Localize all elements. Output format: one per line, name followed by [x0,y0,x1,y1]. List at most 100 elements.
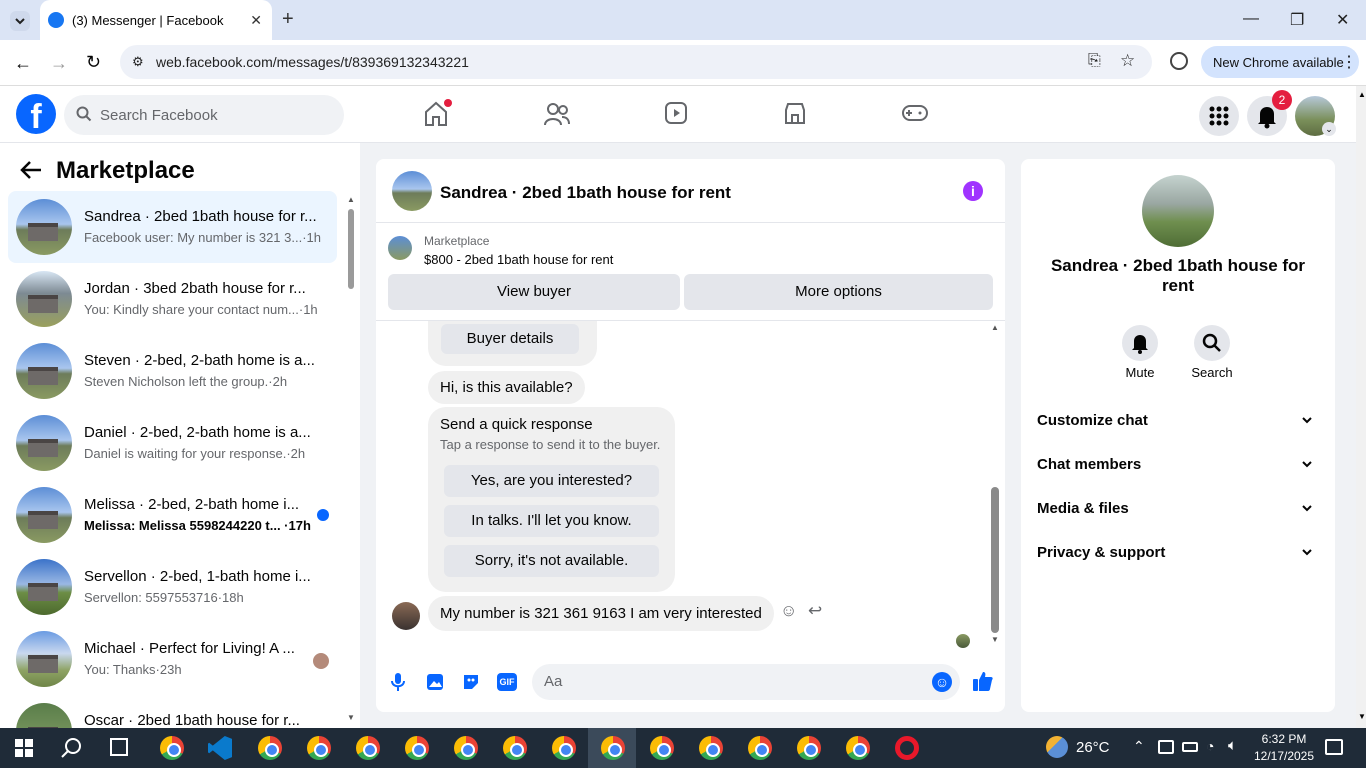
marketplace-icon[interactable] [783,101,807,125]
chrome-taskbar-icon[interactable] [356,736,380,760]
react-emoji-icon[interactable]: ☺ [780,601,797,621]
restore-icon[interactable]: ❐ [1290,10,1304,30]
emoji-icon[interactable]: ☺ [932,672,952,692]
volume-icon[interactable]: 🔈︎ [1228,737,1237,754]
chrome-taskbar-icon[interactable] [160,736,184,760]
conversation-item-jordan[interactable]: Jordan · 3bed 2bath house for r... You: … [8,263,337,335]
gaming-icon[interactable] [902,101,928,125]
minimize-icon[interactable]: — [1243,10,1259,28]
windows-start-icon[interactable] [15,739,33,757]
bookmark-star-icon[interactable]: ☆ [1120,51,1135,71]
conversation-info-panel: Sandrea · 2bed 1bath house for rent Mute… [1021,159,1335,712]
wifi-icon[interactable]: ◔ [1206,738,1214,754]
install-app-icon[interactable]: ⎘ [1088,52,1101,70]
chrome-taskbar-icon[interactable] [258,736,282,760]
privacy-support-section[interactable]: Privacy & support [1037,544,1319,568]
close-tab-icon[interactable]: ✕ [250,12,262,29]
notification-center-icon[interactable] [1325,739,1343,755]
chrome-taskbar-icon[interactable] [797,736,821,760]
message-input[interactable]: Aa [532,664,960,700]
battery-icon[interactable] [1182,742,1198,752]
media-files-section[interactable]: Media & files [1037,500,1319,524]
like-thumb-icon[interactable] [972,670,994,692]
quick-response-yes[interactable]: Yes, are you interested? [444,465,659,497]
video-icon[interactable] [664,101,688,125]
chevron-down-icon [1301,546,1313,558]
quick-response-not-available[interactable]: Sorry, it's not available. [444,545,659,577]
address-bar[interactable]: ⚙ web.facebook.com/messages/t/8393691323… [120,45,1152,79]
chevron-down-icon [1301,414,1313,426]
microphone-icon[interactable] [390,672,406,692]
info-icon[interactable]: i [963,181,983,201]
conversation-item-oscar[interactable]: Oscar · 2bed 1bath house for r... [8,695,337,728]
chrome-taskbar-icon[interactable] [699,736,723,760]
info-avatar [1142,175,1214,247]
chat-members-section[interactable]: Chat members [1037,456,1319,480]
new-chrome-available-button[interactable]: New Chrome available ⋮ [1201,46,1359,78]
view-buyer-button[interactable]: View buyer [388,274,680,310]
weather-icon[interactable] [1046,736,1068,758]
meet-now-icon[interactable] [1158,740,1174,754]
buyer-details-button[interactable]: Buyer details [441,324,579,354]
chrome-taskbar-icon[interactable] [650,736,674,760]
chat-avatar[interactable] [392,171,432,211]
conversation-avatar [16,487,72,543]
friends-icon[interactable] [544,101,570,127]
new-tab-icon[interactable]: + [282,8,294,31]
chrome-taskbar-icon[interactable] [748,736,772,760]
account-chevron-down-icon[interactable]: ⌄ [1322,122,1336,136]
forward-icon[interactable]: → [50,53,68,74]
weather-temperature[interactable]: 26°C [1076,739,1110,756]
show-hidden-icons-icon[interactable]: ⌃ [1133,738,1145,755]
customize-chat-section[interactable]: Customize chat [1037,412,1319,436]
opera-taskbar-icon[interactable] [895,736,919,760]
taskbar-search-icon[interactable] [61,737,83,759]
reply-icon[interactable]: ↩ [808,601,822,621]
notifications-bell-icon[interactable]: 2 [1247,90,1292,136]
chat-title[interactable]: Sandrea · 2bed 1bath house for rent [440,183,731,203]
conversation-title: Daniel · 2-bed, 2-bath home is a... [84,424,311,441]
conversation-item-michael[interactable]: Michael · Perfect for Living! A ... You:… [8,623,337,695]
conversation-item-daniel[interactable]: Daniel · 2-bed, 2-bath home is a... Dani… [8,407,337,479]
close-window-icon[interactable]: ✕ [1336,10,1349,30]
back-arrow-icon[interactable] [20,160,42,180]
chrome-taskbar-icon-active[interactable] [601,736,625,760]
gif-icon[interactable]: GIF [497,673,517,691]
chrome-taskbar-icon[interactable] [454,736,478,760]
chat-scrollbar[interactable]: ▲ ▼ [989,323,1001,649]
new-chrome-label: New Chrome available [1213,54,1344,70]
conversation-item-steven[interactable]: Steven · 2-bed, 2-bath home is a... Stev… [8,335,337,407]
back-icon[interactable]: ← [14,53,32,74]
task-view-icon[interactable] [110,738,128,756]
chrome-taskbar-icon[interactable] [307,736,331,760]
sidebar-scrollbar[interactable]: ▲ ▼ [346,195,356,728]
conversation-item-melissa[interactable]: Melissa · 2-bed, 2-bath home i... Meliss… [8,479,337,551]
vscode-taskbar-icon[interactable] [208,736,232,760]
chrome-menu-icon[interactable]: ⋮ [1341,52,1357,72]
chrome-taskbar-icon[interactable] [503,736,527,760]
facebook-logo-icon[interactable]: f [16,94,56,136]
mute-button[interactable] [1122,325,1158,361]
quick-response-in-talks[interactable]: In talks. I'll let you know. [444,505,659,537]
clock-time: 6:32 PM [1261,732,1307,746]
page-scrollbar[interactable]: ▲ ▼ [1356,86,1366,728]
menu-grid-icon[interactable] [1199,96,1239,136]
profile-icon[interactable] [1170,52,1188,70]
site-info-icon[interactable]: ⚙ [132,54,144,70]
system-clock[interactable]: 6:32 PM 12/17/2025 [1252,731,1316,765]
sticker-icon[interactable] [461,672,481,692]
home-icon[interactable] [424,99,452,127]
more-options-button[interactable]: More options [684,274,993,310]
search-in-chat-button[interactable] [1194,325,1230,361]
facebook-search-input[interactable]: Search Facebook [64,95,344,135]
chrome-taskbar-icon[interactable] [846,736,870,760]
chrome-taskbar-icon[interactable] [552,736,576,760]
conversation-item-servellon[interactable]: Servellon · 2-bed, 1-bath home i... Serv… [8,551,337,623]
listing-thumbnail [388,236,412,260]
conversation-item-sandrea[interactable]: Sandrea · 2bed 1bath house for r... Face… [8,191,337,263]
tab-search-icon[interactable] [10,11,30,31]
chrome-taskbar-icon[interactable] [405,736,429,760]
reload-icon[interactable]: ↻ [86,52,101,73]
browser-tab[interactable]: (3) Messenger | Facebook ✕ [40,0,272,40]
photo-icon[interactable] [425,672,445,692]
